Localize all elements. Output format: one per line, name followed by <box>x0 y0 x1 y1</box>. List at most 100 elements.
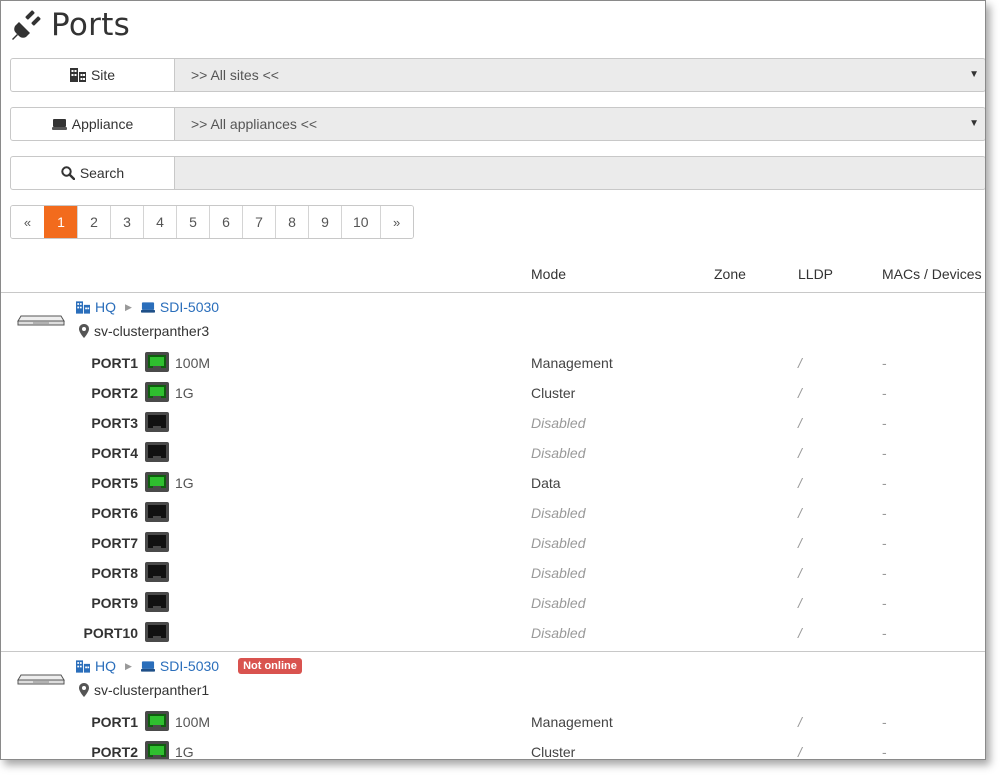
pagination-page-5[interactable]: 5 <box>176 206 209 238</box>
ethernet-port-icon <box>145 472 169 492</box>
port-name: PORT2 <box>91 385 138 401</box>
port-mode: Cluster <box>531 385 576 401</box>
port-row: PORT1 100M Management / - <box>1 349 985 379</box>
map-marker-icon <box>79 683 89 697</box>
port-lldp: / <box>798 535 802 551</box>
port-notch <box>153 396 161 400</box>
column-header-mode[interactable]: Mode <box>531 266 566 282</box>
appliance-select[interactable]: >> All appliances << ▼ <box>175 107 985 141</box>
pagination-page-4[interactable]: 4 <box>143 206 176 238</box>
port-mode: Disabled <box>531 535 586 551</box>
port-mode: Cluster <box>531 744 576 760</box>
port-notch <box>153 636 161 640</box>
pagination-page-10[interactable]: 10 <box>341 206 380 238</box>
port-macs: - <box>882 625 887 641</box>
port-macs: - <box>882 744 887 760</box>
port-mode: Management <box>531 355 613 371</box>
pagination-page-1[interactable]: 1 <box>44 206 77 238</box>
port-macs: - <box>882 415 887 431</box>
site-select-value: >> All sites << <box>191 67 279 83</box>
port-lldp: / <box>798 625 802 641</box>
ethernet-port-icon <box>145 532 169 552</box>
port-mode: Management <box>531 714 613 730</box>
port-macs: - <box>882 714 887 730</box>
port-macs: - <box>882 565 887 581</box>
port-macs: - <box>882 355 887 371</box>
site-link[interactable]: HQ <box>95 658 116 674</box>
pagination-page-3[interactable]: 3 <box>110 206 143 238</box>
column-header-lldp[interactable]: LLDP <box>798 266 833 282</box>
port-macs: - <box>882 595 887 611</box>
pagination-page-6[interactable]: 6 <box>209 206 242 238</box>
port-lldp: / <box>798 505 802 521</box>
pagination-page-9[interactable]: 9 <box>308 206 341 238</box>
appliance-device-icon <box>17 315 65 326</box>
port-lldp: / <box>798 445 802 461</box>
site-filter: Site >> All sites << ▼ <box>10 58 985 92</box>
pagination-page-2[interactable]: 2 <box>77 206 110 238</box>
map-marker-icon <box>79 324 89 338</box>
pagination-page-8[interactable]: 8 <box>275 206 308 238</box>
port-name: PORT10 <box>83 625 138 641</box>
port-name: PORT1 <box>91 355 138 371</box>
port-row: PORT2 1G Cluster / - <box>1 379 985 409</box>
port-mode: Data <box>531 475 561 491</box>
port-name: PORT1 <box>91 714 138 730</box>
ethernet-port-icon <box>145 412 169 432</box>
appliance-device-icon <box>17 674 65 685</box>
port-notch <box>153 516 161 520</box>
pagination-page-7[interactable]: 7 <box>242 206 275 238</box>
site-filter-label: Site <box>90 67 116 83</box>
site-select[interactable]: >> All sites << ▼ <box>175 58 985 92</box>
location-name: sv-clusterpanther3 <box>94 323 210 339</box>
search-filter-label: Search <box>79 165 125 181</box>
port-notch <box>153 456 161 460</box>
port-macs: - <box>882 385 887 401</box>
search-input[interactable] <box>175 156 985 190</box>
port-lldp: / <box>798 355 802 371</box>
appliance-link[interactable]: SDI-5030 <box>160 658 219 674</box>
port-mode: Disabled <box>531 445 586 461</box>
appliance-icon <box>51 118 67 130</box>
port-lldp: / <box>798 565 802 581</box>
ethernet-port-icon <box>145 502 169 522</box>
port-name: PORT7 <box>91 535 138 551</box>
port-speed: 1G <box>175 475 194 491</box>
port-row: PORT7 Disabled / - <box>1 529 985 559</box>
appliance-filter-label-box: Appliance <box>10 107 175 141</box>
pagination-prev[interactable]: « <box>11 206 44 238</box>
pagination-next[interactable]: » <box>379 206 413 238</box>
ethernet-port-icon <box>145 352 169 372</box>
port-macs: - <box>882 445 887 461</box>
device-group: HQ ▶ SDI-5030 Not online sv-clusterpanther1 P… <box>1 651 985 760</box>
port-mode: Disabled <box>531 595 586 611</box>
port-notch <box>153 366 161 370</box>
plug-icon <box>12 10 41 40</box>
port-row: PORT6 Disabled / - <box>1 499 985 529</box>
caret-right-icon: ▶ <box>125 301 132 312</box>
ethernet-port-icon <box>145 442 169 462</box>
port-row: PORT9 Disabled / - <box>1 589 985 619</box>
ethernet-port-icon <box>145 382 169 402</box>
appliance-filter-label: Appliance <box>71 116 134 132</box>
building-icon <box>76 300 90 314</box>
port-speed: 1G <box>175 744 194 760</box>
site-filter-label-box: Site <box>10 58 175 92</box>
port-lldp: / <box>798 714 802 730</box>
site-link[interactable]: HQ <box>95 299 116 315</box>
column-header-zone[interactable]: Zone <box>714 266 746 282</box>
port-row: PORT4 Disabled / - <box>1 439 985 469</box>
port-row: PORT5 1G Data / - <box>1 469 985 499</box>
column-header-macs-devices[interactable]: MACs / Devices <box>882 266 982 282</box>
port-name: PORT2 <box>91 744 138 760</box>
status-badge: Not online <box>238 658 302 674</box>
port-name: PORT8 <box>91 565 138 581</box>
caret-right-icon: ▶ <box>125 660 132 671</box>
appliance-link[interactable]: SDI-5030 <box>160 299 219 315</box>
port-lldp: / <box>798 744 802 760</box>
building-icon <box>76 659 90 673</box>
port-mode: Disabled <box>531 565 586 581</box>
device-group: HQ ▶ SDI-5030 sv-clusterpanther3 PORT1 100M Ma… <box>1 293 985 649</box>
ethernet-port-icon <box>145 622 169 642</box>
port-mode: Disabled <box>531 415 586 431</box>
